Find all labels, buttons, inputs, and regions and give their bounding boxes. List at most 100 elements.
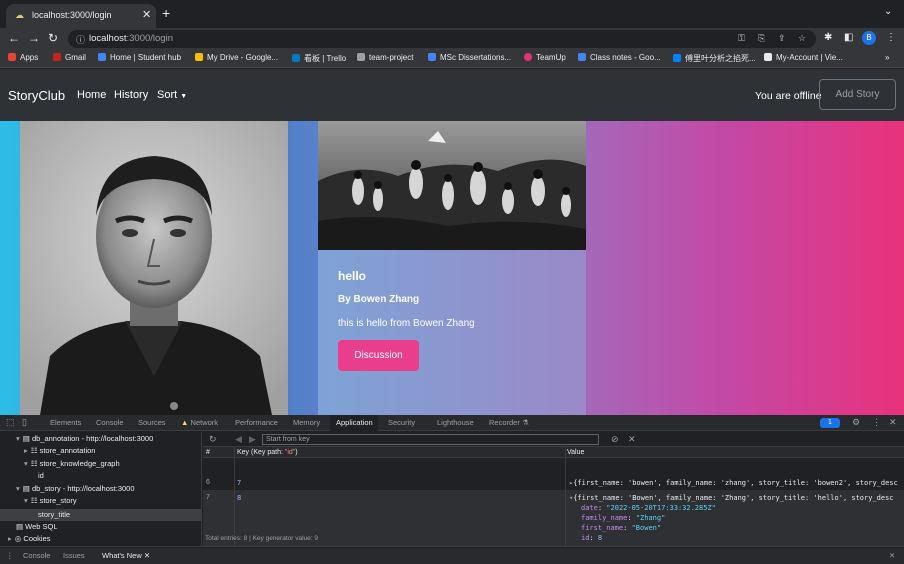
drawer-tab-close-icon[interactable]: ✕	[144, 551, 150, 560]
share-icon[interactable]: ⇪	[778, 33, 786, 44]
warning-icon: ▲	[181, 418, 189, 427]
drawer-tab-console[interactable]: Console	[23, 551, 51, 560]
tree-db-story[interactable]: ▾ ▤ db_story - http://localhost:3000	[16, 484, 135, 493]
devtools-tab-bar: ⬚ ▯ Elements Console Sources ▲ Network P…	[0, 415, 904, 431]
portrait-image	[20, 121, 288, 415]
flask-icon: ⚗	[521, 418, 529, 427]
new-tab-button[interactable]: +	[162, 5, 170, 21]
extensions-icon[interactable]: ✱	[824, 32, 832, 43]
tab-elements[interactable]: Elements	[50, 418, 81, 427]
tab-performance[interactable]: Performance	[235, 418, 278, 427]
clear-store-icon[interactable]: ⊘	[611, 434, 619, 445]
story-card: hello By Bowen Zhang this is hello from …	[318, 121, 586, 415]
browser-toolbar: ← → ↻ ⓘ localhost:3000/login ⚿ ⎘ ⇪ ☆ ✱ ◧…	[0, 28, 904, 50]
forward-icon[interactable]: →	[28, 31, 40, 45]
tree-store-annotation[interactable]: ▸ ☷ store_annotation	[24, 446, 95, 455]
nav-home[interactable]: Home	[77, 89, 106, 101]
tab-network[interactable]: ▲ Network	[181, 418, 218, 427]
prop-first-name: first_name: "Bowen"	[581, 524, 662, 532]
bookmark-team-project[interactable]: team-project	[357, 53, 413, 62]
story-image	[318, 121, 586, 250]
tab-application[interactable]: Application	[336, 418, 373, 427]
table-header: # Key (Key path: "id") Value	[203, 447, 904, 458]
devtools-menu-icon[interactable]: ⋮	[872, 417, 881, 428]
tab-title: localhost:3000/login	[32, 10, 112, 20]
tab-security[interactable]: Security	[388, 418, 415, 427]
prop-family-name: family_name: "Zhang"	[581, 514, 666, 522]
tree-store-story[interactable]: ▾ ☷ store_story	[24, 496, 77, 505]
prop-id: id: 8	[581, 534, 603, 542]
object-store-view: ↻ ◀ ▶ Start from key ⊘ ✕ # Key (Key path…	[203, 432, 904, 546]
browser-tab-strip: ☁ localhost:3000/login ✕ + ⌄	[0, 0, 904, 28]
device-toolbar-icon[interactable]: ▯	[22, 417, 27, 428]
bookmark-msc-dissertations[interactable]: MSc Dissertations...	[428, 53, 511, 62]
nav-sort-dropdown[interactable]: Sort ▼	[157, 89, 187, 101]
story-author: By Bowen Zhang	[338, 294, 420, 305]
tab-lighthouse[interactable]: Lighthouse	[437, 418, 474, 427]
discussion-button[interactable]: Discussion	[338, 340, 419, 371]
devtools-close-icon[interactable]: ✕	[889, 417, 897, 428]
drawer-close-icon[interactable]: ✕	[889, 551, 895, 560]
bookmark-my-account[interactable]: My-Account | Vie...	[764, 53, 843, 62]
tree-cookies[interactable]: ▸ ◎ Cookies	[8, 534, 51, 543]
bookmark-class-notes[interactable]: Class notes - Goo...	[578, 53, 661, 62]
translate-icon[interactable]: ⎘	[758, 33, 765, 44]
story-description: this is hello from Bowen Zhang	[338, 318, 475, 329]
tab-memory[interactable]: Memory	[293, 418, 320, 427]
object-store-toolbar: ↻ ◀ ▶ Start from key ⊘ ✕	[203, 432, 904, 447]
site-info-icon[interactable]: ⓘ	[76, 33, 85, 46]
story-title: hello	[338, 269, 367, 283]
tab-console[interactable]: Console	[96, 418, 124, 427]
brand-logo[interactable]: StoryClub	[8, 88, 65, 103]
add-story-button[interactable]: Add Story	[819, 79, 896, 110]
col-index: #	[206, 449, 210, 456]
bookmark-star-icon[interactable]: ☆	[798, 33, 806, 44]
key-icon[interactable]: ⚿	[738, 33, 745, 44]
inspect-element-icon[interactable]: ⬚	[6, 417, 15, 428]
issues-badge[interactable]: 1	[820, 418, 840, 428]
bookmark-student-hub[interactable]: Home | Student hub	[98, 53, 181, 62]
bookmarks-overflow-icon[interactable]: »	[885, 53, 889, 62]
prev-page-icon[interactable]: ◀	[235, 434, 242, 445]
side-panel-icon[interactable]: ◧	[844, 32, 853, 43]
tree-index-story-title[interactable]: story_title	[38, 510, 70, 519]
address-bar[interactable]: ⓘ localhost:3000/login ⚿ ⎘ ⇪ ☆	[68, 30, 816, 48]
tree-store-knowledge-graph[interactable]: ▾ ☷ store_knowledge_graph	[24, 459, 120, 468]
refresh-icon[interactable]: ↻	[209, 434, 217, 445]
drawer-tab-whats-new[interactable]: What's New ✕	[102, 551, 150, 560]
bookmark-apps[interactable]: Apps	[8, 53, 38, 62]
start-key-input[interactable]: Start from key	[262, 434, 599, 445]
story-carousel: hello By Bowen Zhang this is hello from …	[0, 121, 904, 415]
browser-tab[interactable]: ☁ localhost:3000/login ✕	[6, 4, 156, 28]
profile-avatar[interactable]: B	[862, 31, 876, 45]
tab-close-icon[interactable]: ✕	[142, 8, 151, 21]
devtools-panel: ⬚ ▯ Elements Console Sources ▲ Network P…	[0, 415, 904, 564]
back-icon[interactable]: ←	[8, 31, 20, 45]
total-entries: Total entries: 8 | Key generator value: …	[205, 535, 318, 542]
bookmark-zhihu[interactable]: 傅里叶分析之掐死...	[673, 53, 756, 64]
tab-recorder[interactable]: Recorder ⚗	[489, 418, 529, 427]
tree-web-sql[interactable]: ▤ Web SQL	[16, 522, 58, 531]
tab-sources[interactable]: Sources	[138, 418, 166, 427]
bookmarks-bar: Apps Gmail Home | Student hub My Drive -…	[0, 50, 904, 68]
tab-search-icon[interactable]: ⌄	[884, 6, 892, 17]
drawer-tab-issues[interactable]: Issues	[63, 551, 85, 560]
delete-selected-icon[interactable]: ✕	[628, 434, 636, 445]
app-navbar: StoryClub Home History Sort ▼ You are of…	[0, 69, 904, 121]
bookmark-teamup[interactable]: TeamUp	[524, 53, 566, 62]
storage-tree: ▾ ▤ db_annotation - http://localhost:3000…	[0, 432, 202, 546]
prop-date: date: "2022-05-20T17:33:32.285Z"	[581, 504, 716, 512]
url-text: localhost:3000/login	[89, 33, 173, 44]
bookmark-gmail[interactable]: Gmail	[53, 53, 86, 62]
bookmark-trello[interactable]: 看板 | Trello	[292, 53, 346, 64]
tree-db-annotation[interactable]: ▾ ▤ db_annotation - http://localhost:3000	[16, 434, 153, 443]
tree-index-id[interactable]: id	[38, 471, 44, 480]
caret-down-icon: ▼	[180, 93, 188, 100]
menu-kebab-icon[interactable]: ⋮	[886, 32, 896, 43]
settings-gear-icon[interactable]: ⚙	[852, 417, 860, 428]
reload-icon[interactable]: ↻	[48, 31, 58, 45]
nav-history[interactable]: History	[114, 89, 148, 101]
next-page-icon[interactable]: ▶	[249, 434, 256, 445]
bookmark-google-drive[interactable]: My Drive - Google...	[195, 53, 278, 62]
drawer-menu-icon[interactable]: ⋮	[6, 551, 14, 560]
